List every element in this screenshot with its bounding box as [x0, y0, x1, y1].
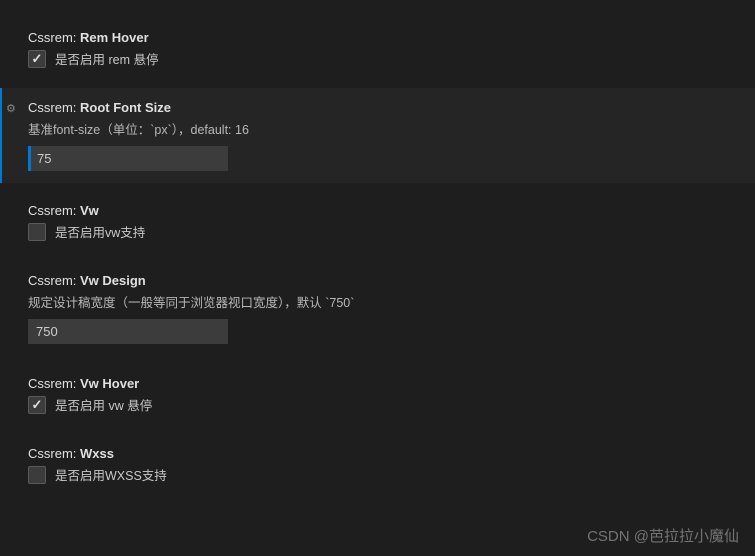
setting-vw: Cssrem: Vw 是否启用vw支持	[0, 191, 755, 253]
watermark: CSDN @芭拉拉小魔仙	[587, 525, 739, 546]
vw-design-input[interactable]	[28, 319, 228, 344]
settings-container: Cssrem: Rem Hover 是否启用 rem 悬停 ⚙ Cssrem: …	[0, 18, 755, 496]
setting-title: Cssrem: Rem Hover	[28, 30, 735, 45]
setting-prefix: Cssrem:	[28, 100, 80, 115]
checkbox-row: 是否启用 rem 悬停	[28, 49, 735, 68]
checkbox-row: 是否启用vw支持	[28, 222, 735, 241]
checkbox-row: 是否启用WXSS支持	[28, 465, 735, 484]
setting-vw-hover: Cssrem: Vw Hover 是否启用 vw 悬停	[0, 364, 755, 426]
setting-root-font-size: ⚙ Cssrem: Root Font Size 基准font-size（单位：…	[0, 88, 755, 183]
setting-name: Rem Hover	[80, 30, 149, 45]
setting-title: Cssrem: Vw	[28, 203, 735, 218]
checkbox-rem-hover[interactable]	[28, 50, 46, 68]
checkbox-label: 是否启用WXSS支持	[55, 465, 167, 484]
setting-prefix: Cssrem:	[28, 446, 80, 461]
checkbox-wxss[interactable]	[28, 466, 46, 484]
setting-vw-design: Cssrem: Vw Design 规定设计稿宽度（一般等同于浏览器视口宽度），…	[0, 261, 755, 356]
setting-name: Vw Hover	[80, 376, 139, 391]
setting-title: Cssrem: Vw Design	[28, 273, 735, 288]
setting-name: Vw Design	[80, 273, 146, 288]
setting-name: Wxss	[80, 446, 114, 461]
checkbox-vw-hover[interactable]	[28, 396, 46, 414]
checkbox-vw[interactable]	[28, 223, 46, 241]
setting-prefix: Cssrem:	[28, 273, 80, 288]
setting-description: 基准font-size（单位：`px`），default: 16	[28, 119, 735, 138]
setting-prefix: Cssrem:	[28, 30, 80, 45]
setting-name: Vw	[80, 203, 99, 218]
checkbox-label: 是否启用 vw 悬停	[55, 395, 152, 414]
setting-title: Cssrem: Root Font Size	[28, 100, 735, 115]
checkbox-label: 是否启用vw支持	[55, 222, 145, 241]
root-font-size-input[interactable]	[28, 146, 228, 171]
setting-prefix: Cssrem:	[28, 376, 80, 391]
setting-title: Cssrem: Wxss	[28, 446, 735, 461]
checkbox-label: 是否启用 rem 悬停	[55, 49, 158, 68]
gear-icon[interactable]: ⚙	[6, 102, 16, 115]
setting-prefix: Cssrem:	[28, 203, 80, 218]
setting-wxss: Cssrem: Wxss 是否启用WXSS支持	[0, 434, 755, 496]
setting-rem-hover: Cssrem: Rem Hover 是否启用 rem 悬停	[0, 18, 755, 80]
setting-name: Root Font Size	[80, 100, 171, 115]
setting-description: 规定设计稿宽度（一般等同于浏览器视口宽度），默认 `750`	[28, 292, 735, 311]
checkbox-row: 是否启用 vw 悬停	[28, 395, 735, 414]
setting-title: Cssrem: Vw Hover	[28, 376, 735, 391]
